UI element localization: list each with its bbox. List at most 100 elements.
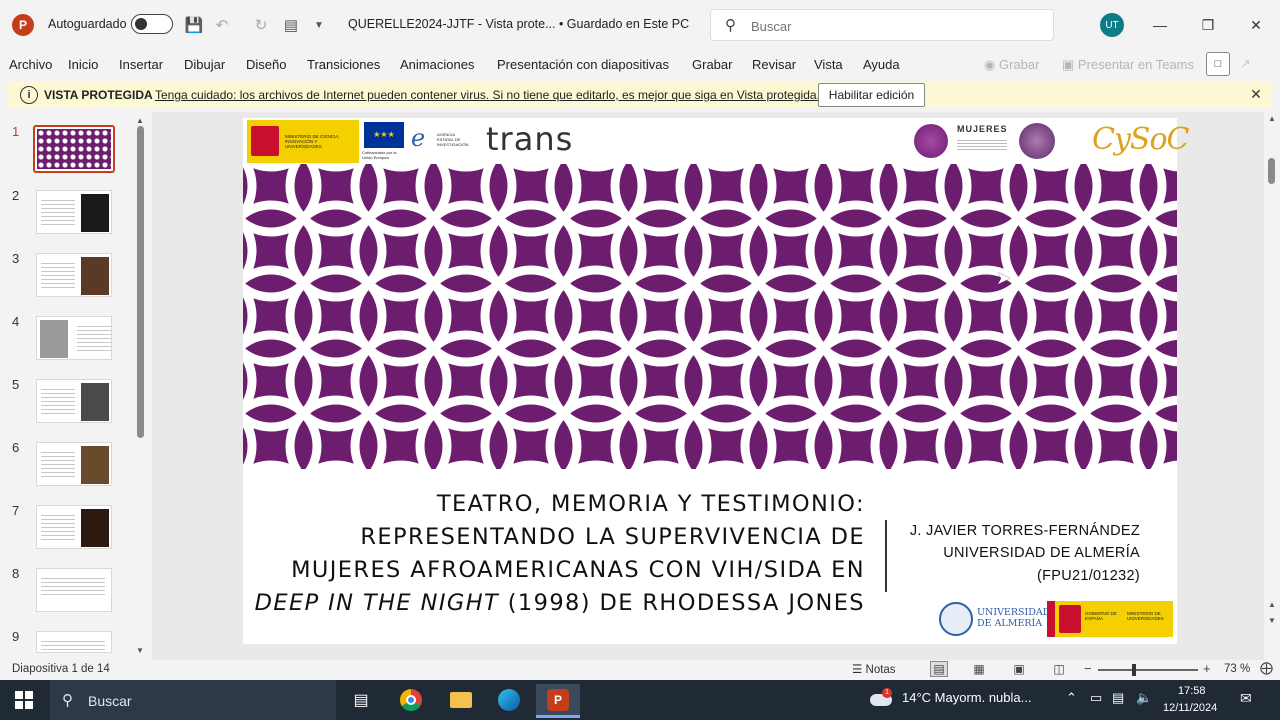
pattern-ring xyxy=(1089,164,1143,172)
save-icon[interactable]: 💾 xyxy=(183,14,205,36)
scroll-up-icon[interactable]: ▲ xyxy=(136,116,144,125)
windows-icon xyxy=(15,691,33,709)
reading-view-icon[interactable]: ▣ xyxy=(1010,661,1028,677)
menu-inicio[interactable]: Inicio xyxy=(68,57,98,72)
search-box[interactable]: ⚲ xyxy=(710,9,1054,41)
slide-thumbnail[interactable] xyxy=(36,442,112,486)
menu-presentacion[interactable]: Presentación con diapositivas xyxy=(497,57,669,72)
notes-button[interactable]: ☰ Notas xyxy=(852,662,896,676)
chrome-icon[interactable] xyxy=(396,686,426,714)
pattern-ring xyxy=(894,164,948,172)
slide-scrollbar[interactable]: ▲ ▲ ▼ xyxy=(1266,112,1278,660)
scroll-up-icon[interactable]: ▲ xyxy=(1268,114,1276,123)
slide-counter: Diapositiva 1 de 14 xyxy=(12,663,110,675)
pattern-ring xyxy=(829,164,883,172)
pattern-ring xyxy=(1022,460,1080,469)
menu-dibujar[interactable]: Dibujar xyxy=(184,57,225,72)
fit-to-window-icon[interactable]: ⨁ xyxy=(1260,660,1273,676)
network-icon[interactable]: ▤ xyxy=(1112,690,1124,706)
slide-thumbnail[interactable] xyxy=(36,190,112,234)
start-button[interactable] xyxy=(0,680,48,720)
weather-text[interactable]: 14°C Mayorm. nubla... xyxy=(902,690,1031,705)
search-input[interactable] xyxy=(751,16,1031,36)
slide-thumbnail[interactable] xyxy=(36,505,112,549)
device-icon[interactable]: ▭ xyxy=(1090,690,1102,706)
menu-grabar[interactable]: Grabar xyxy=(692,57,732,72)
teams-label: Presentar en Teams xyxy=(1077,57,1195,72)
slide-thumbnail[interactable] xyxy=(36,253,112,297)
slide-thumbnail[interactable] xyxy=(36,316,112,360)
menu-archivo[interactable]: Archivo xyxy=(9,57,52,72)
pattern-ring xyxy=(892,460,950,469)
zoom-slider[interactable] xyxy=(1098,664,1198,676)
thumb-number: 1 xyxy=(12,124,20,139)
pattern-ring xyxy=(569,164,623,172)
slide-thumbnail[interactable] xyxy=(36,568,112,612)
normal-view-icon[interactable]: ▤ xyxy=(930,661,948,677)
close-icon[interactable]: ✕ xyxy=(1244,14,1268,36)
zoom-level[interactable]: 73 % xyxy=(1224,663,1250,675)
record-button[interactable]: ◉ Grabar xyxy=(984,57,1039,73)
info-icon: i xyxy=(20,86,38,104)
zoom-in-icon[interactable]: + xyxy=(1203,661,1211,676)
pattern-ring xyxy=(634,164,688,172)
pattern-ring xyxy=(439,164,493,172)
pattern-ring xyxy=(309,164,363,172)
pattern-ring xyxy=(244,164,298,172)
comments-icon[interactable]: □ xyxy=(1206,52,1230,76)
close-icon[interactable]: ✕ xyxy=(1246,84,1266,104)
document-title[interactable]: QUERELLE2024-JJTF - Vista prote... • Gua… xyxy=(348,17,689,31)
pattern-ring xyxy=(1130,330,1177,432)
minimize-icon[interactable]: — xyxy=(1148,14,1172,36)
thumbnail-scrollbar[interactable]: ▲ ▼ xyxy=(136,116,146,655)
undo-icon[interactable]: ↶ xyxy=(211,14,233,36)
volume-icon[interactable]: 🔈 xyxy=(1136,690,1152,706)
zoom-out-icon[interactable]: − xyxy=(1084,661,1092,676)
scroll-down-icon[interactable]: ▼ xyxy=(136,646,144,655)
taskbar-search[interactable]: ⚲ Buscar xyxy=(50,680,336,720)
enable-editing-button[interactable]: Habilitar edición xyxy=(818,83,925,107)
clock-date[interactable]: 12/11/2024 xyxy=(1163,702,1217,714)
present-in-teams-button[interactable]: ▣ Presentar en Teams xyxy=(1062,57,1194,73)
menu-animaciones[interactable]: Animaciones xyxy=(400,57,474,72)
weather-icon[interactable]: 1 xyxy=(870,688,894,710)
clock-time[interactable]: 17:58 xyxy=(1178,685,1206,697)
restore-icon[interactable]: ❐ xyxy=(1196,14,1220,36)
notifications-icon[interactable]: ✉ xyxy=(1240,690,1252,707)
slideshow-icon[interactable]: ◫ xyxy=(1050,661,1068,677)
powerpoint-taskbar-icon[interactable]: P xyxy=(536,684,580,718)
title-line: REPRESENTANDO LA SUPERVIVENCIA DE xyxy=(360,524,865,550)
previous-slide-icon[interactable]: ▲ xyxy=(1268,600,1276,609)
next-slide-icon[interactable]: ▼ xyxy=(1268,616,1276,625)
menu-diseno[interactable]: Diseño xyxy=(246,57,286,72)
share-icon[interactable]: ↗ xyxy=(1240,56,1251,72)
present-from-start-icon[interactable]: ▤ xyxy=(280,14,302,36)
thumb-number: 5 xyxy=(12,377,20,392)
protected-view-message[interactable]: Tenga cuidado: los archivos de Internet … xyxy=(155,88,820,102)
menu-revisar[interactable]: Revisar xyxy=(752,57,796,72)
thumb-number: 2 xyxy=(12,188,20,203)
menu-transiciones[interactable]: Transiciones xyxy=(307,57,380,72)
customize-toolbar-icon[interactable]: ▼ xyxy=(308,14,330,36)
menu-vista[interactable]: Vista xyxy=(814,57,843,72)
slide-thumbnail[interactable] xyxy=(36,631,112,653)
play-title: DEEP IN THE NIGHT xyxy=(254,590,500,616)
task-view-icon[interactable]: ▤ xyxy=(346,686,376,714)
menu-ayuda[interactable]: Ayuda xyxy=(863,57,900,72)
autosave-toggle[interactable] xyxy=(131,14,173,34)
thumb-number: 8 xyxy=(12,566,20,581)
pattern-ring xyxy=(762,460,820,469)
avatar[interactable]: UT xyxy=(1100,13,1124,37)
thumb-number: 3 xyxy=(12,251,20,266)
redo-icon[interactable]: ↻ xyxy=(250,14,272,36)
menu-insertar[interactable]: Insertar xyxy=(119,57,163,72)
edge-icon[interactable] xyxy=(494,686,524,714)
show-hidden-icons-icon[interactable]: ⌃ xyxy=(1066,690,1077,706)
pattern-ring xyxy=(374,164,428,172)
interlocking-rings-pattern xyxy=(243,164,1177,469)
slide-thumbnail[interactable] xyxy=(33,125,115,173)
file-explorer-icon[interactable] xyxy=(446,686,476,714)
slide-sorter-icon[interactable]: ▦ xyxy=(970,661,988,677)
slide-thumbnail[interactable] xyxy=(36,379,112,423)
author-name: J. JAVIER TORRES-FERNÁNDEZ xyxy=(909,523,1140,539)
